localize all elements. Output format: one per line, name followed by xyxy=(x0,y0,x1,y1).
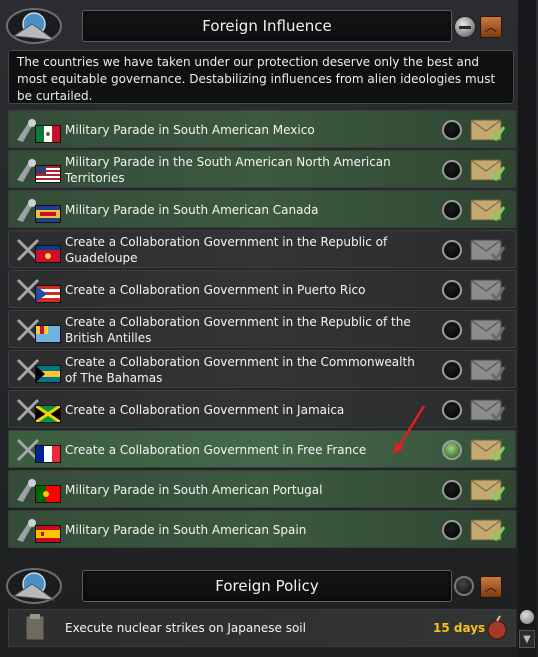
decision-label: Military Parade in South American Mexico xyxy=(65,123,315,137)
decision-label: Create a Collaboration Government in Pue… xyxy=(65,283,366,297)
scrollbar[interactable]: ▼ xyxy=(518,0,536,657)
decision-radio[interactable] xyxy=(442,240,462,260)
scroll-thumb[interactable] xyxy=(520,610,534,624)
flag-mexico-icon xyxy=(35,125,61,143)
decision-row[interactable]: Create a Collaboration Government in the… xyxy=(8,310,516,348)
decision-label: Create a Collaboration Government in the… xyxy=(65,315,411,345)
decision-label: Military Parade in South American Spain xyxy=(65,523,307,537)
mission-row[interactable]: Execute nuclear strikes on Japanese soil… xyxy=(8,609,516,647)
flag-jamaica-icon xyxy=(35,405,61,423)
decision-radio[interactable] xyxy=(442,520,462,540)
section-title: Foreign Policy xyxy=(82,570,452,602)
decisions-window: Foreign Influence ︿ The countries we hav… xyxy=(0,0,538,657)
flag-france-icon xyxy=(35,445,61,463)
decision-row[interactable]: Military Parade in the South American No… xyxy=(8,150,516,188)
decision-row[interactable]: Military Parade in South American Mexico xyxy=(8,110,516,148)
decision-label: Create a Collaboration Government in Jam… xyxy=(65,403,345,417)
flag-spain-icon xyxy=(35,525,61,543)
envelope-available-icon[interactable] xyxy=(470,517,506,543)
category-emblem-icon xyxy=(4,566,64,606)
decision-label: Military Parade in South American Portug… xyxy=(65,483,323,497)
decision-radio[interactable] xyxy=(442,400,462,420)
decision-radio[interactable] xyxy=(442,360,462,380)
mission-days-remaining: 15 days xyxy=(433,621,486,635)
flag-puerto-rico-icon xyxy=(35,285,61,303)
decision-label: Create a Collaboration Government in Fre… xyxy=(65,443,367,457)
panel-title: Foreign Influence xyxy=(82,10,452,42)
flag-portugal-icon xyxy=(35,485,61,503)
decision-radio[interactable] xyxy=(442,160,462,180)
decision-row[interactable]: Create a Collaboration Government in Jam… xyxy=(8,390,516,428)
envelope-unavailable-icon[interactable] xyxy=(470,277,506,303)
section-toggle-icon[interactable] xyxy=(454,576,474,596)
foreign-policy-header: Foreign Policy ︿ xyxy=(4,566,512,606)
timer-bomb-icon xyxy=(487,615,507,640)
decision-row[interactable]: Military Parade in South American Spain xyxy=(8,510,516,548)
envelope-available-icon[interactable] xyxy=(470,197,506,223)
decision-radio[interactable] xyxy=(442,120,462,140)
scroll-down-icon[interactable]: ▼ xyxy=(519,630,535,648)
envelope-unavailable-icon[interactable] xyxy=(470,397,506,423)
annotation-arrow-icon xyxy=(393,405,426,454)
decision-row[interactable]: Military Parade in South American Canada xyxy=(8,190,516,228)
envelope-available-icon[interactable] xyxy=(470,437,506,463)
decision-label: Military Parade in South American Canada xyxy=(65,203,319,217)
collapse-panel-button[interactable]: ︿ xyxy=(480,16,502,38)
decision-label: Create a Collaboration Government in the… xyxy=(65,235,388,265)
envelope-available-icon[interactable] xyxy=(470,157,506,183)
decision-label: Military Parade in the South American No… xyxy=(65,155,391,185)
decision-row[interactable]: Create a Collaboration Government in Fre… xyxy=(8,430,516,468)
envelope-unavailable-icon[interactable] xyxy=(470,317,506,343)
flag-canada-icon xyxy=(35,205,61,223)
envelope-available-icon[interactable] xyxy=(470,477,506,503)
flag-guadeloupe-icon xyxy=(35,245,61,263)
collapse-all-icon[interactable] xyxy=(454,16,476,38)
decision-row[interactable]: Create a Collaboration Government in Pue… xyxy=(8,270,516,308)
envelope-unavailable-icon[interactable] xyxy=(470,357,506,383)
decision-radio[interactable] xyxy=(442,320,462,340)
flag-british-antilles-icon xyxy=(35,325,61,343)
foreign-influence-header: Foreign Influence ︿ xyxy=(4,6,512,46)
flag-usa-icon xyxy=(35,165,61,183)
panel-description: The countries we have taken under our pr… xyxy=(8,50,514,104)
category-emblem-icon xyxy=(4,6,64,46)
mission-label: Execute nuclear strikes on Japanese soil xyxy=(65,621,306,635)
decision-row[interactable]: Create a Collaboration Government in the… xyxy=(8,230,516,268)
decision-list: Military Parade in South American Mexico… xyxy=(8,110,516,550)
decision-radio[interactable] xyxy=(442,200,462,220)
document-icon xyxy=(25,614,45,641)
decision-label: Create a Collaboration Government in the… xyxy=(65,355,415,385)
decision-row[interactable]: Create a Collaboration Government in the… xyxy=(8,350,516,388)
envelope-unavailable-icon[interactable] xyxy=(470,237,506,263)
decision-radio[interactable] xyxy=(442,280,462,300)
envelope-available-icon[interactable] xyxy=(470,117,506,143)
collapse-section-button[interactable]: ︿ xyxy=(480,576,502,598)
flag-bahamas-icon xyxy=(35,365,61,383)
decision-row[interactable]: Military Parade in South American Portug… xyxy=(8,470,516,508)
decision-radio[interactable] xyxy=(442,480,462,500)
decision-radio-selected[interactable] xyxy=(442,440,462,460)
